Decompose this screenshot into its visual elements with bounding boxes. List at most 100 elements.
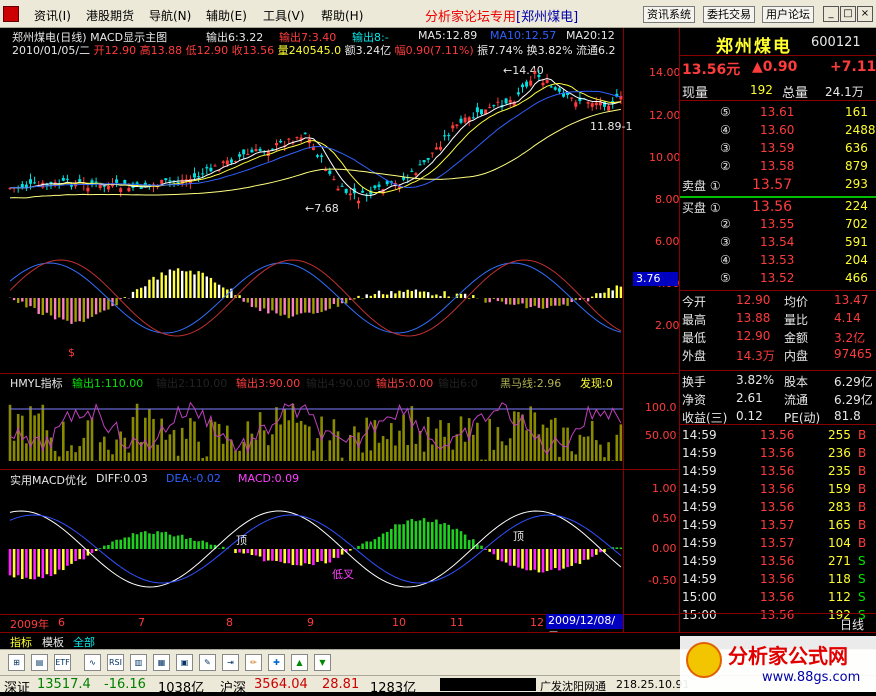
- macd2-bar: [173, 536, 176, 549]
- menu-help[interactable]: 帮助(H): [321, 7, 363, 24]
- macd-bar: [292, 298, 294, 316]
- macd2-bar: [181, 535, 184, 549]
- candle-body: [423, 160, 426, 162]
- brand-url: www.88gs.com: [762, 670, 860, 685]
- macd-bar: [587, 298, 589, 301]
- bid-row: ④13.53204: [680, 253, 876, 271]
- macd2-bar: [575, 549, 578, 563]
- candle-body: [529, 81, 532, 86]
- hmyl-bar: [74, 452, 77, 461]
- menu-assist[interactable]: 辅助(E): [206, 7, 247, 24]
- menu-tools[interactable]: 工具(V): [263, 7, 305, 24]
- app-logo-icon[interactable]: [3, 6, 19, 22]
- restore-button[interactable]: □: [840, 6, 856, 22]
- toolbar-icon-cross[interactable]: ✚: [268, 654, 285, 671]
- macd2-bar: [493, 549, 496, 554]
- macd-bar: [91, 298, 93, 317]
- macd-bar: [366, 294, 368, 298]
- macd2-bar: [464, 535, 467, 549]
- macd2-bar: [411, 519, 414, 549]
- toolbar-icon-etf[interactable]: ETF: [54, 654, 71, 671]
- hmyl-bar: [497, 427, 500, 461]
- hmyl-bar: [550, 420, 553, 461]
- sz-amount: 1038亿: [158, 677, 204, 696]
- sh-amount: 1283亿: [370, 677, 416, 696]
- chart-area[interactable]: 郑州煤电(日线) MACD显示主图 输出6:3.22 输出7:3.40 输出8:…: [0, 28, 678, 632]
- top-label-2: 顶: [513, 528, 524, 544]
- top-label-1: 顶: [236, 532, 247, 548]
- macd2-bar: [296, 549, 299, 565]
- macd2-bar: [337, 549, 340, 558]
- macd-bar: [566, 298, 568, 306]
- macd2-bar: [324, 549, 327, 563]
- toolbar-icon-tools[interactable]: ✎: [199, 654, 216, 671]
- macd-bar: [161, 272, 163, 298]
- toolbar-icon-table[interactable]: ▣: [176, 654, 193, 671]
- macd2-bar: [419, 520, 422, 549]
- menu-info[interactable]: 资讯(I): [34, 7, 71, 24]
- period-label[interactable]: 日线: [840, 616, 864, 633]
- hmyl-bar: [611, 460, 614, 461]
- toolbar-icon-up[interactable]: ▲: [291, 654, 308, 671]
- macd2-bar: [58, 549, 61, 570]
- dollar-mark: $: [68, 346, 75, 359]
- x-tick: 8: [226, 616, 233, 629]
- toolbar-icon-rsi[interactable]: RSI: [107, 654, 124, 671]
- total-vol-label: 总量: [782, 82, 808, 101]
- hmyl-bar: [575, 454, 578, 461]
- toolbar-icon-vol[interactable]: ▥: [130, 654, 147, 671]
- macd2-bar: [378, 537, 381, 549]
- toolbar-icon-export[interactable]: ⇥: [222, 654, 239, 671]
- x-tick: 12: [530, 616, 544, 629]
- sz-label: 深证: [4, 677, 30, 696]
- macd-bar: [337, 298, 339, 307]
- price-tick: 8.00: [655, 193, 680, 206]
- menu-hk-futures[interactable]: 港股期货: [86, 7, 134, 24]
- toolbar-icon-pencil[interactable]: ✏: [245, 654, 262, 671]
- hmyl-bar: [255, 440, 258, 461]
- macd2-bar: [312, 549, 315, 565]
- candle-body: [197, 176, 200, 177]
- candle-body: [226, 160, 229, 164]
- minimize-button[interactable]: _: [823, 6, 839, 22]
- stat-row: 最低12.90金额3.2亿: [680, 329, 876, 347]
- cur-vol: 192: [750, 83, 773, 97]
- price-tick: 12.00: [649, 109, 681, 122]
- candle-body: [66, 179, 69, 180]
- macd2-bar: [365, 541, 368, 549]
- hmyl-bar: [99, 442, 102, 461]
- trade-button[interactable]: 委托交易: [703, 6, 755, 23]
- macd-bar: [124, 297, 126, 298]
- ma20-line: [10, 91, 621, 188]
- macd2-bar: [25, 549, 28, 578]
- macd-bar: [558, 298, 560, 306]
- toolbar-icon-1[interactable]: ⊞: [8, 654, 25, 671]
- ask-row: ③13.59636: [680, 141, 876, 159]
- hmyl-bar: [579, 435, 582, 461]
- price-tick: 14.00: [649, 66, 681, 79]
- hmyl-bar: [165, 440, 168, 461]
- menu-navigate[interactable]: 导航(N): [149, 7, 191, 24]
- candle-body: [279, 141, 282, 142]
- candle-body: [533, 72, 536, 74]
- toolbar-icon-2[interactable]: ▤: [31, 654, 48, 671]
- info-system-button[interactable]: 资讯系统: [643, 6, 695, 23]
- brand-name: 分析家公式网: [728, 640, 848, 669]
- tab-all[interactable]: 全部: [73, 634, 95, 650]
- hmyl-bar: [160, 419, 163, 461]
- macd-bar: [165, 275, 167, 298]
- tab-template[interactable]: 模板: [42, 634, 64, 650]
- macd-bar: [370, 296, 372, 298]
- macd-bar: [210, 278, 212, 298]
- macd2-bar: [570, 549, 573, 566]
- toolbar-icon-kline[interactable]: ∿: [84, 654, 101, 671]
- candle-body: [275, 143, 278, 145]
- hmyl-bar: [13, 441, 16, 461]
- macd2-bar: [390, 529, 393, 549]
- forum-button[interactable]: 用户论坛: [762, 6, 814, 23]
- toolbar-icon-grid[interactable]: ▦: [153, 654, 170, 671]
- toolbar-icon-down[interactable]: ▼: [314, 654, 331, 671]
- tab-indicator[interactable]: 指标: [10, 634, 32, 650]
- macd2-bar: [9, 549, 12, 575]
- close-button[interactable]: ×: [857, 6, 873, 22]
